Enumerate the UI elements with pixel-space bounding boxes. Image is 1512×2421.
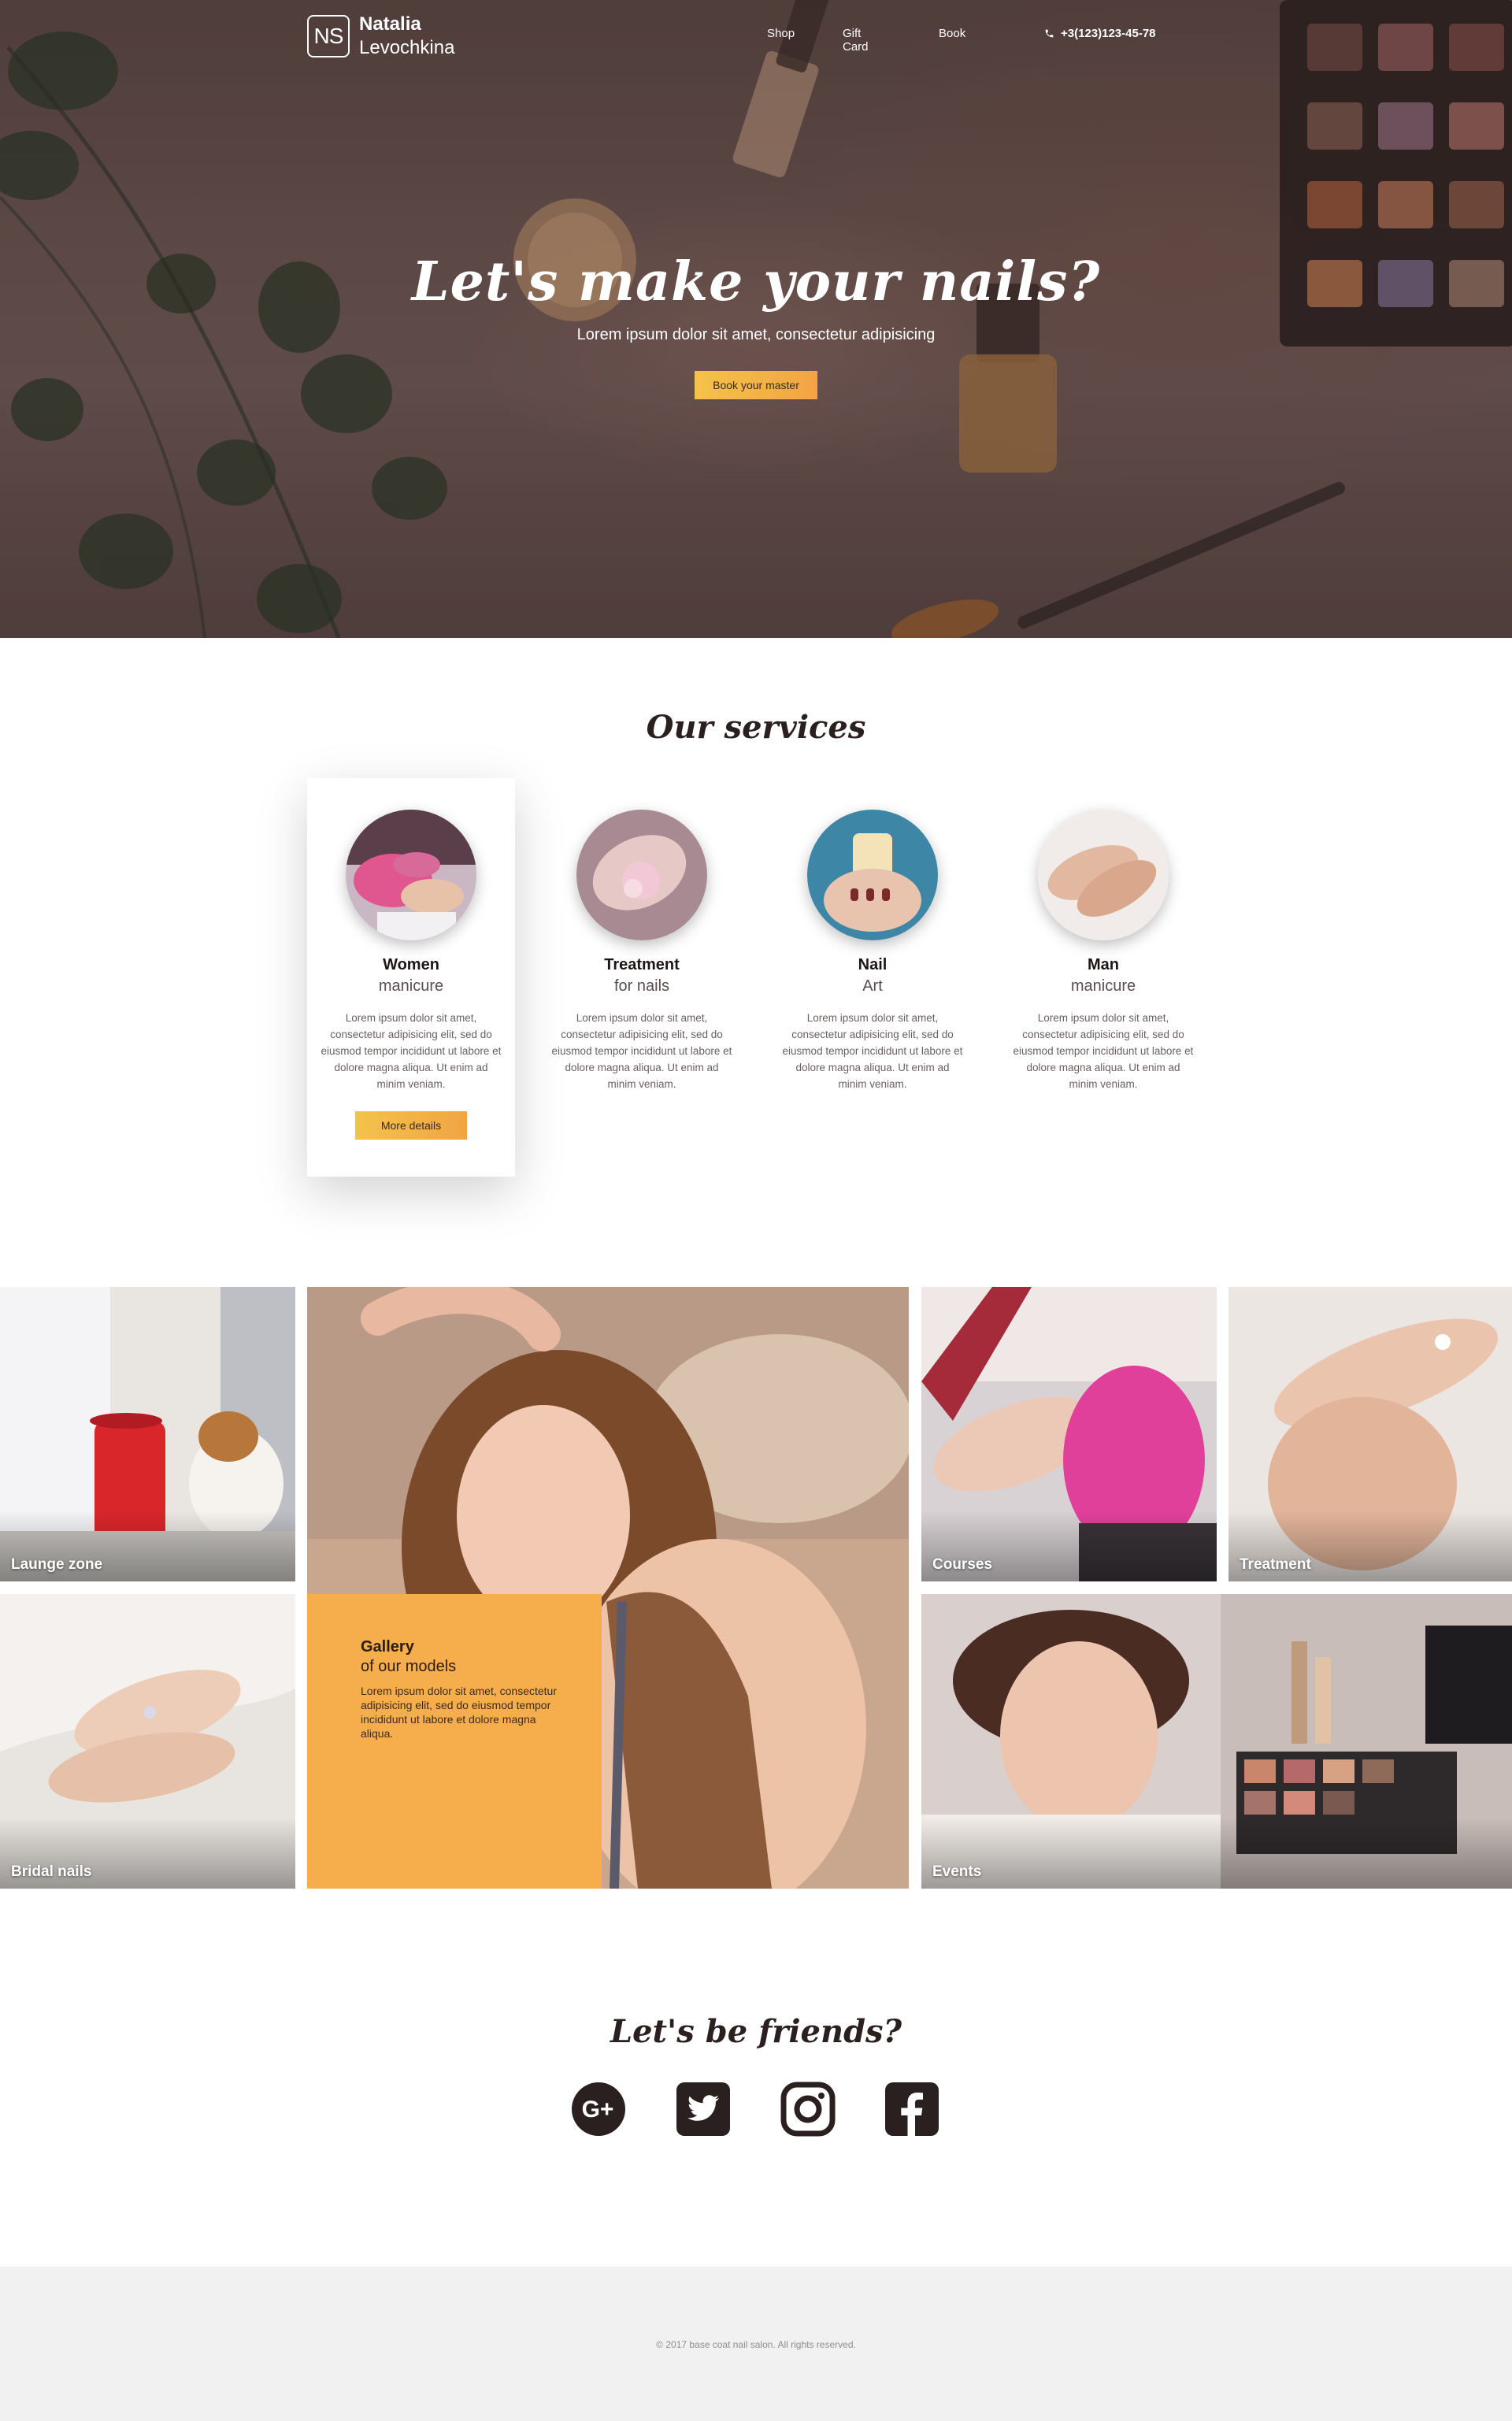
service-description: Lorem ipsum dolor sit amet, consectetur … (321, 1012, 502, 1090)
service-name: Nail (858, 956, 888, 973)
services-title: Our services (646, 709, 866, 746)
service-description: Lorem ipsum dolor sit amet, consectetur … (782, 1012, 963, 1090)
copyright-text: © 2017 base coat nail salon. All rights … (656, 2339, 856, 2350)
hero-subtitle: Lorem ipsum dolor sit amet, consectetur … (576, 326, 936, 343)
nav-link-gift-card[interactable]: Gift Card (843, 27, 869, 54)
service-name: Treatment (604, 956, 680, 973)
service-name: Man (1088, 956, 1119, 973)
service-image-man-manicure (1038, 810, 1169, 940)
gallery-tile-treatment[interactable]: Treatment (1228, 1287, 1512, 1581)
friends-title: Let's be friends? (610, 2013, 902, 2050)
logo-monogram: NS (307, 15, 350, 57)
google-plus-icon[interactable]: G+ (570, 2081, 627, 2137)
service-subtitle: Art (862, 977, 883, 995)
service-description: Lorem ipsum dolor sit amet, consectetur … (1013, 1012, 1194, 1090)
nav-link-book[interactable]: Book (939, 27, 965, 40)
tile-label: Launge zone (11, 1556, 103, 1573)
tile-label: Events (932, 1863, 982, 1880)
svg-text:G+: G+ (582, 2097, 614, 2123)
brand-first-name: Natalia (359, 13, 421, 35)
service-card-nail-art[interactable]: Nail Art Lorem ipsum dolor sit amet, con… (769, 778, 976, 1177)
service-subtitle: manicure (378, 977, 444, 995)
footer: © 2017 base coat nail salon. All rights … (0, 2267, 1512, 2421)
brand-logo[interactable]: NS Natalia Levochkina (307, 13, 454, 60)
tile-label: Courses (932, 1556, 993, 1573)
service-card-man-manicure[interactable]: Man manicure Lorem ipsum dolor sit amet,… (999, 778, 1207, 1177)
tile-label: Bridal nails (11, 1863, 92, 1880)
service-name: Women (383, 956, 439, 973)
gallery-description: Lorem ipsum dolor sit amet, consectetur … (361, 1685, 557, 1740)
gallery-tile-events[interactable]: Events (921, 1594, 1512, 1889)
gallery-tile-launge-zone[interactable]: Launge zone (0, 1287, 295, 1581)
phone-link[interactable]: +3(123)123-45-78 (1044, 27, 1156, 40)
instagram-icon[interactable] (780, 2081, 836, 2137)
gallery-info-box[interactable]: Gallery of our models Lorem ipsum dolor … (307, 1594, 602, 1889)
service-subtitle: manicure (1070, 977, 1136, 995)
brand-name: Natalia Levochkina (359, 13, 454, 60)
hero-title: Let's make your nails? (411, 250, 1101, 313)
tile-shade (921, 1818, 1512, 1889)
service-description: Lorem ipsum dolor sit amet, consectetur … (551, 1012, 732, 1090)
nav-link-shop[interactable]: Shop (767, 27, 795, 40)
more-details-button[interactable]: More details (355, 1111, 467, 1140)
brand-last-name: Levochkina (359, 37, 455, 58)
facebook-icon[interactable] (884, 2081, 940, 2137)
service-card-treatment[interactable]: Treatment for nails Lorem ipsum dolor si… (538, 778, 746, 1177)
service-image-women-manicure (346, 810, 476, 940)
service-subtitle: for nails (613, 977, 670, 995)
gallery-tile-bridal-nails[interactable]: Bridal nails (0, 1594, 295, 1889)
gallery-title: Gallery (361, 1638, 414, 1655)
twitter-icon[interactable] (675, 2081, 732, 2137)
gallery-subtitle: of our models (361, 1658, 457, 1675)
top-navigation-bar: NS Natalia Levochkina Shop Gift Card Boo… (0, 0, 1512, 71)
tile-label: Treatment (1240, 1556, 1311, 1573)
phone-icon (1045, 29, 1054, 38)
gallery-tile-courses[interactable]: Courses (921, 1287, 1217, 1581)
service-image-treatment (576, 810, 707, 940)
hero-banner: NS Natalia Levochkina Shop Gift Card Boo… (0, 0, 1512, 638)
service-card-women-manicure[interactable]: Women manicure Lorem ipsum dolor sit ame… (307, 778, 515, 1177)
service-image-nail-art (807, 810, 938, 940)
book-master-button[interactable]: Book your master (695, 371, 817, 399)
phone-number: +3(123)123-45-78 (1061, 27, 1156, 40)
hero-dim-overlay (0, 0, 1512, 638)
